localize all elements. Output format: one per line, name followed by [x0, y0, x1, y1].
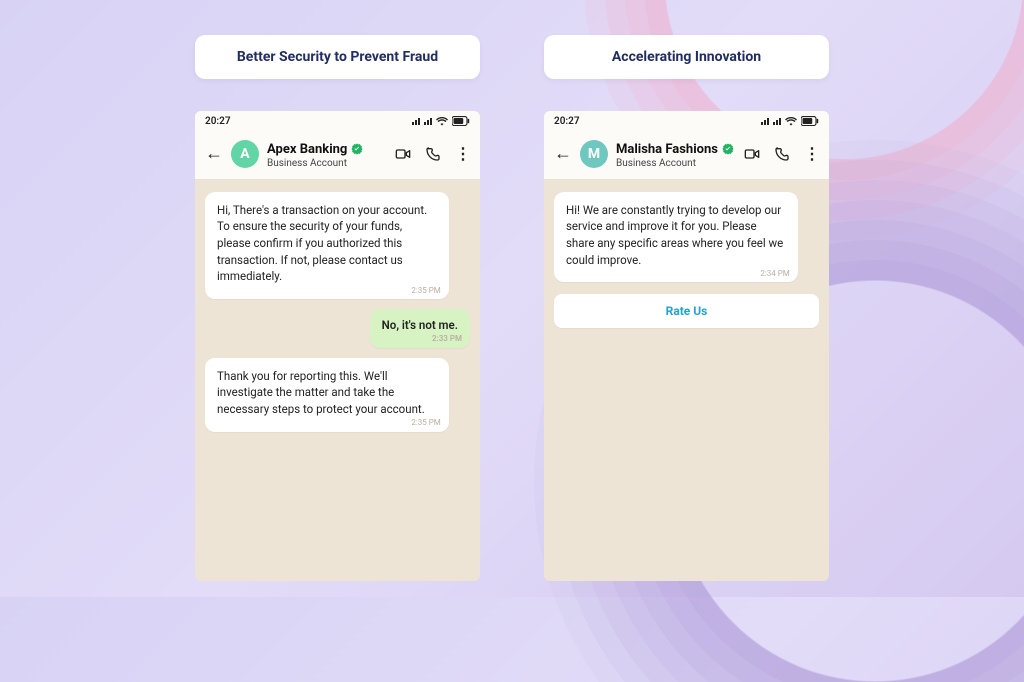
signal-icon — [412, 118, 420, 125]
video-icon[interactable] — [395, 146, 411, 162]
message-text: Hi! We are constantly trying to develop … — [566, 203, 783, 267]
wifi-icon — [436, 116, 448, 126]
message-text: No, it's not me. — [382, 318, 458, 332]
message-text: Hi, There's a transaction on your accoun… — [217, 203, 427, 284]
phone-icon[interactable] — [774, 146, 790, 162]
phone-icon[interactable] — [425, 146, 441, 162]
business-name: Apex Banking — [267, 143, 347, 157]
wifi-icon — [785, 116, 797, 126]
chat-header: ← M Malisha Fashions Business Account ⋮ — [544, 131, 829, 180]
chat-header: ← A Apex Banking Business Account ⋮ — [195, 131, 480, 180]
message-outgoing: No, it's not me. 2:33 PM — [370, 309, 470, 348]
message-text: Thank you for reporting this. We'll inve… — [217, 369, 425, 416]
back-icon[interactable]: ← — [205, 143, 223, 164]
signal-icon — [424, 118, 432, 125]
more-icon[interactable]: ⋮ — [455, 144, 470, 163]
right-column: Accelerating Innovation 20:27 ← M Malish… — [544, 35, 829, 581]
verified-icon — [722, 143, 734, 158]
message-incoming: Hi, There's a transaction on your accoun… — [205, 192, 449, 299]
business-subtitle: Business Account — [267, 158, 387, 169]
phone-right: 20:27 ← M Malisha Fashions — [544, 111, 829, 581]
message-incoming: Thank you for reporting this. We'll inve… — [205, 358, 449, 432]
message-time: 2:35 PM — [411, 285, 440, 297]
back-icon[interactable]: ← — [554, 143, 572, 164]
business-subtitle: Business Account — [616, 158, 736, 169]
battery-icon — [801, 116, 819, 126]
right-label-pill: Accelerating Innovation — [544, 35, 829, 79]
message-time: 2:33 PM — [432, 333, 462, 345]
business-name: Malisha Fashions — [616, 143, 718, 157]
status-bar: 20:27 — [544, 111, 829, 131]
left-column: Better Security to Prevent Fraud 20:27 ←… — [195, 35, 480, 581]
signal-icon — [773, 118, 781, 125]
message-incoming: Hi! We are constantly trying to develop … — [554, 192, 798, 283]
status-right — [412, 116, 470, 126]
battery-icon — [452, 116, 470, 126]
left-label-pill: Better Security to Prevent Fraud — [195, 35, 480, 79]
phone-left: 20:27 ← A Apex Banking — [195, 111, 480, 581]
rate-us-button[interactable]: Rate Us — [554, 294, 819, 328]
status-time: 20:27 — [205, 116, 231, 127]
verified-icon — [351, 143, 363, 158]
header-text: Malisha Fashions Business Account — [616, 139, 736, 169]
message-time: 2:34 PM — [760, 268, 789, 280]
messages: Hi, There's a transaction on your accoun… — [195, 180, 480, 581]
messages: Hi! We are constantly trying to develop … — [544, 180, 829, 581]
avatar[interactable]: M — [580, 140, 608, 168]
avatar[interactable]: A — [231, 140, 259, 168]
message-time: 2:35 PM — [411, 417, 440, 429]
signal-icon — [761, 118, 769, 125]
video-icon[interactable] — [744, 146, 760, 162]
status-bar: 20:27 — [195, 111, 480, 131]
status-time: 20:27 — [554, 116, 580, 127]
header-text: Apex Banking Business Account — [267, 139, 387, 169]
more-icon[interactable]: ⋮ — [804, 144, 819, 163]
status-right — [761, 116, 819, 126]
